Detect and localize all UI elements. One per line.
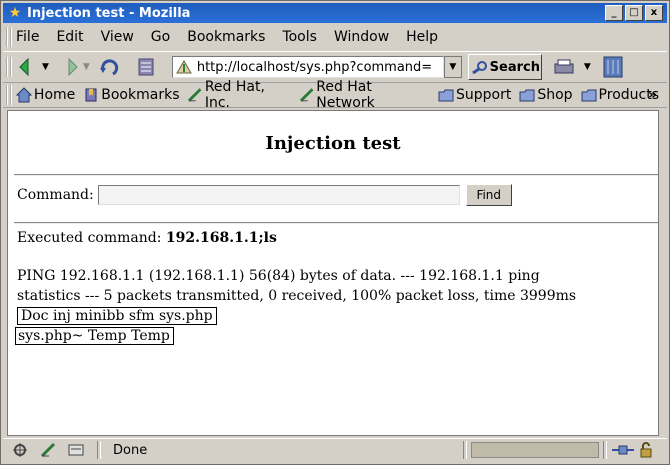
url-field[interactable]: http://localhost/sys.php?command=: [171, 56, 444, 78]
close-button[interactable]: x: [645, 5, 663, 21]
back-icon[interactable]: [16, 55, 40, 79]
more-bookmarks-icon[interactable]: »: [648, 87, 657, 103]
progress-bar: [471, 442, 599, 458]
back-dropdown-icon[interactable]: ▼: [42, 62, 49, 72]
bookmark-bookmarks-label: Bookmarks: [101, 87, 180, 103]
output-box: sys.php~ Temp Temp: [15, 327, 174, 345]
bookmarks-grip-icon[interactable]: [6, 85, 12, 105]
bookmarks-icon: [85, 88, 97, 102]
executed-command-line: Executed command: 192.168.1.1;ls: [17, 230, 277, 246]
bookmark-bookmarks[interactable]: Bookmarks: [83, 87, 179, 103]
command-input[interactable]: [97, 185, 460, 205]
menu-file[interactable]: File: [16, 29, 39, 45]
output-text: PING 192.168.1.1 (192.168.1.1) 56(84) by…: [17, 268, 577, 304]
lock-icon[interactable]: [639, 442, 653, 458]
bookmark-shop-label: Shop: [537, 87, 573, 103]
search-button[interactable]: Search: [467, 54, 542, 80]
bookmark-home-label: Home: [33, 87, 76, 103]
print-icon[interactable]: [552, 55, 576, 79]
bookmark-shop[interactable]: Shop: [519, 87, 573, 103]
reload-icon[interactable]: [98, 55, 122, 79]
menu-bookmarks[interactable]: Bookmarks: [187, 29, 265, 45]
command-label: Command:: [17, 187, 94, 203]
address-book-icon[interactable]: [67, 442, 85, 458]
bookmark-redhat-inc-label: Red Hat, Inc.: [204, 79, 265, 111]
status-divider: [603, 441, 607, 459]
maximize-button[interactable]: □: [625, 5, 643, 21]
minimize-button[interactable]: _: [605, 5, 623, 21]
navigator-icon[interactable]: [11, 442, 29, 458]
stop-icon[interactable]: [134, 55, 158, 79]
folder-icon: [581, 89, 597, 102]
divider: [14, 174, 658, 176]
print-dropdown-icon[interactable]: ▼: [584, 62, 591, 72]
bookmark-redhat-inc[interactable]: Red Hat, Inc.: [187, 79, 290, 111]
home-icon: [15, 87, 32, 103]
command-output: PING 192.168.1.1 (192.168.1.1) 56(84) by…: [15, 266, 607, 346]
folder-icon: [438, 89, 454, 102]
url-dropdown-icon[interactable]: ▼: [443, 56, 462, 78]
title-bar: ★ Injection test - Mozilla _ □ x: [3, 3, 667, 23]
output-box: Doc inj minibb sfm sys.php: [17, 307, 217, 325]
menu-help[interactable]: Help: [406, 29, 438, 45]
forward-dropdown-icon[interactable]: ▼: [83, 62, 90, 72]
forward-icon[interactable]: [57, 55, 81, 79]
status-bar: Done: [3, 438, 667, 461]
search-icon: [471, 61, 487, 74]
window-title: Injection test - Mozilla: [27, 5, 191, 21]
bookmarks-toolbar: Home Bookmarks Red Hat, Inc. Red Hat Net…: [3, 79, 667, 111]
bookmark-support[interactable]: Support: [438, 87, 511, 103]
menu-window[interactable]: Window: [334, 29, 389, 45]
folder-icon: [519, 89, 535, 102]
composer-icon[interactable]: [39, 442, 57, 458]
status-divider: [463, 441, 467, 459]
executed-command: 192.168.1.1;ls: [165, 230, 277, 246]
url-text: http://localhost/sys.php?command=: [196, 59, 433, 75]
throbber-icon: [601, 55, 625, 79]
bookmark-home[interactable]: Home: [15, 87, 76, 103]
site-icon: [175, 60, 192, 74]
command-form: Command: Find: [17, 184, 512, 206]
search-label: Search: [489, 59, 540, 75]
menu-go[interactable]: Go: [151, 29, 170, 45]
menu-view[interactable]: View: [101, 29, 134, 45]
mozilla-star-icon: ★: [8, 5, 22, 21]
status-text: Done: [113, 442, 148, 458]
menu-edit[interactable]: Edit: [56, 29, 83, 45]
find-button[interactable]: Find: [465, 184, 512, 206]
browser-window: ★ Injection test - Mozilla _ □ x File Ed…: [0, 0, 670, 465]
bookmark-redhat-network[interactable]: Red Hat Network: [299, 79, 430, 111]
bookmark-support-label: Support: [455, 87, 512, 103]
toolbar-grip-icon[interactable]: [6, 57, 12, 77]
link-icon: [299, 88, 314, 102]
menubar-grip-icon[interactable]: [6, 27, 12, 47]
status-divider: [97, 441, 101, 459]
menu-bar: File Edit View Go Bookmarks Tools Window…: [3, 25, 667, 49]
page-title: Injection test: [265, 133, 401, 154]
page-content: Injection test Command: Find Executed co…: [7, 110, 659, 436]
executed-prefix: Executed command:: [17, 230, 166, 246]
bookmark-redhat-network-label: Red Hat Network: [316, 79, 375, 111]
divider: [14, 222, 658, 224]
menu-tools[interactable]: Tools: [282, 29, 317, 45]
online-status-icon[interactable]: [611, 443, 635, 457]
link-icon: [188, 88, 202, 102]
